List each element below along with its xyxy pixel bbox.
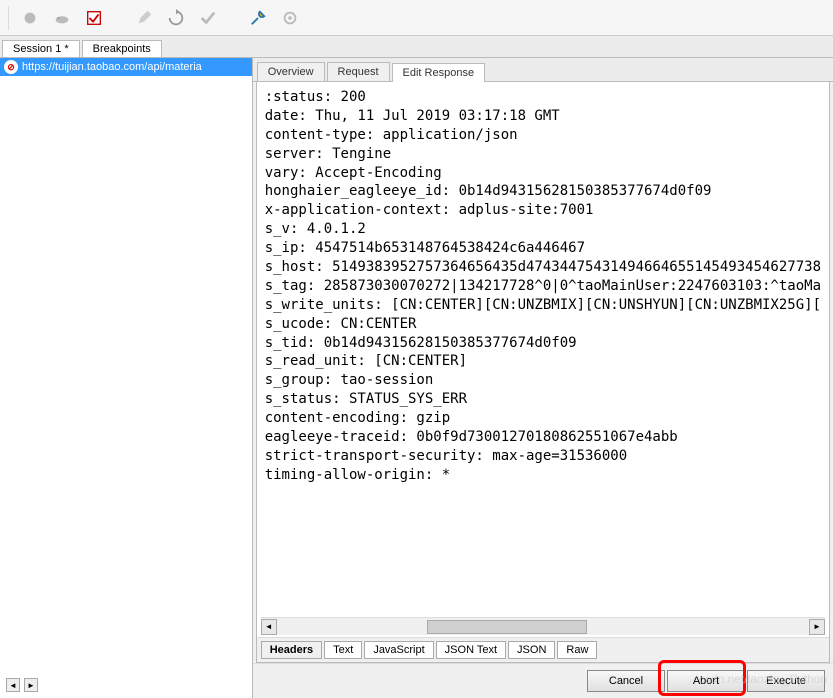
tab-edit-response[interactable]: Edit Response: [392, 63, 486, 82]
horizontal-scrollbar[interactable]: ◄ ►: [261, 617, 825, 635]
scrollbar-thumb[interactable]: [427, 620, 587, 634]
separator: [8, 6, 9, 30]
cancel-button[interactable]: Cancel: [587, 670, 665, 692]
detail-tabs: Overview Request Edit Response: [253, 58, 833, 82]
scroll-left-icon[interactable]: ◄: [6, 678, 20, 692]
request-row[interactable]: ⊘ https://tuijian.taobao.com/api/materia: [0, 58, 252, 76]
tab-session-1[interactable]: Session 1 *: [2, 40, 80, 57]
tab-breakpoints[interactable]: Breakpoints: [82, 40, 162, 57]
settings-icon[interactable]: [277, 5, 303, 31]
btab-json-text[interactable]: JSON Text: [436, 641, 506, 659]
main-split: ⊘ https://tuijian.taobao.com/api/materia…: [0, 58, 833, 698]
request-url: https://tuijian.taobao.com/api/materia: [22, 61, 202, 73]
tab-label: Breakpoints: [93, 43, 151, 55]
abort-button[interactable]: Abort: [667, 670, 745, 692]
request-list-pane: ⊘ https://tuijian.taobao.com/api/materia…: [0, 58, 253, 698]
stop-icon: ⊘: [4, 60, 18, 74]
scroll-right-icon[interactable]: ►: [24, 678, 38, 692]
format-tabs: Headers Text JavaScript JSON Text JSON R…: [257, 637, 829, 662]
btab-raw[interactable]: Raw: [557, 641, 597, 659]
throttle-icon[interactable]: [49, 5, 75, 31]
tab-label: Session 1 *: [13, 43, 69, 55]
btab-json[interactable]: JSON: [508, 641, 555, 659]
execute-button[interactable]: Execute: [747, 670, 825, 692]
check-icon[interactable]: [195, 5, 221, 31]
scroll-left-arrow-icon[interactable]: ◄: [261, 619, 277, 635]
btab-headers[interactable]: Headers: [261, 641, 322, 659]
btab-javascript[interactable]: JavaScript: [364, 641, 433, 659]
detail-pane: Overview Request Edit Response :status: …: [253, 58, 833, 698]
record-icon[interactable]: [17, 5, 43, 31]
tools-icon[interactable]: [245, 5, 271, 31]
response-content: :status: 200 date: Thu, 11 Jul 2019 03:1…: [256, 82, 830, 663]
edit-icon[interactable]: [131, 5, 157, 31]
btab-text[interactable]: Text: [324, 641, 362, 659]
breakpoint-icon[interactable]: [81, 5, 107, 31]
session-tabs: Session 1 * Breakpoints: [0, 36, 833, 58]
tab-overview[interactable]: Overview: [257, 62, 325, 81]
main-toolbar: [0, 0, 833, 36]
scroll-right-arrow-icon[interactable]: ►: [809, 619, 825, 635]
tab-request[interactable]: Request: [327, 62, 390, 81]
headers-text[interactable]: :status: 200 date: Thu, 11 Jul 2019 03:1…: [257, 82, 829, 615]
left-scroll-controls: ◄ ►: [6, 678, 38, 692]
refresh-icon[interactable]: [163, 5, 189, 31]
action-buttons: Cancel Abort Execute: [253, 663, 833, 698]
